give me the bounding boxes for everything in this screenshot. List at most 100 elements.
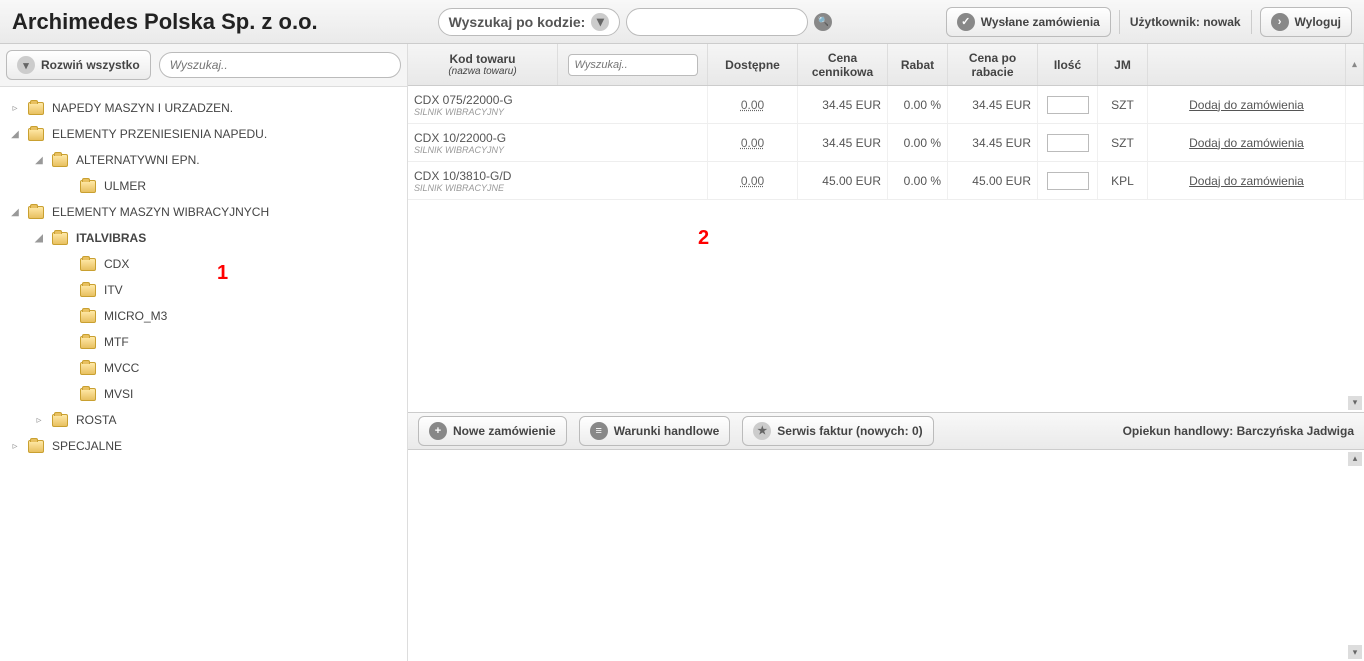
tree-node-label: ELEMENTY PRZENIESIENIA NAPEDU. [52,127,267,141]
product-code: CDX 10/3810-G/D [414,169,511,183]
tree-node-label: NAPEDY MASZYN I URZADZEN. [52,101,233,115]
opiekun-label: Opiekun handlowy: Barczyńska Jadwiga [1123,424,1354,438]
tree-node-label: SPECJALNE [52,439,122,453]
cell-qty [1038,124,1098,161]
tree-node-label: MICRO_M3 [104,309,167,323]
product-desc: SILNIK WIBRACYJNY [414,107,504,117]
tree-toggle-icon[interactable]: ▹ [32,415,46,426]
cell-price: 45.00 EUR [798,162,888,199]
col-header-kod-sub: (nazwa towaru) [448,66,516,77]
cell-available[interactable]: 0.00 [708,162,798,199]
tree-node[interactable]: MTF [4,329,403,355]
folder-icon [80,362,96,375]
folder-icon [28,206,44,219]
scroll-up[interactable]: ▴ [1346,44,1364,85]
tree-node[interactable]: ULMER [4,173,403,199]
tree-toggle-icon[interactable]: ▹ [8,103,22,114]
tree-node[interactable]: ◢ ELEMENTY PRZENIESIENIA NAPEDU. [4,121,403,147]
search-icon[interactable] [814,13,832,31]
folder-icon [80,284,96,297]
tree-node[interactable]: ▹ NAPEDY MASZYN I URZADZEN. [4,95,403,121]
sidebar-search [159,52,401,78]
folder-icon [80,310,96,323]
chevron-down-icon[interactable] [591,13,609,31]
scroll-down-bottom[interactable]: ▾ [1348,645,1362,659]
tree-node-label: CDX [104,257,129,271]
cell-price-after: 34.45 EUR [948,124,1038,161]
logout-label: Wyloguj [1295,15,1341,29]
scroll-down[interactable]: ▾ [1348,396,1362,410]
product-code: CDX 10/22000-G [414,131,506,145]
cell-available[interactable]: 0.00 [708,86,798,123]
cell-price-after: 45.00 EUR [948,162,1038,199]
col-header-rabat[interactable]: Rabat [888,44,948,85]
tree-toggle-icon[interactable]: ◢ [32,233,46,244]
tree-node[interactable]: MVSI [4,381,403,407]
tree-node[interactable]: ◢ALTERNATYWNI EPN. [4,147,403,173]
tree: ▹ NAPEDY MASZYN I URZADZEN. ◢ ELEMENTY PRZE… [0,87,407,661]
main: Rozwiń wszystko ▹ NAPEDY MASZYN I URZADZE… [0,44,1364,661]
logout-button[interactable]: Wyloguj [1260,7,1352,37]
col-header-available[interactable]: Dostępne [708,44,798,85]
bottom-panel: ▴ ▾ [408,450,1364,661]
tree-node[interactable]: ITV [4,277,403,303]
col-header-price[interactable]: Cena cennikowa [798,44,888,85]
tree-node[interactable]: MVCC [4,355,403,381]
qty-input[interactable] [1047,172,1089,190]
tree-node[interactable]: ▹ SPECJALNE [4,433,403,459]
company-name: Archimedes Polska Sp. z o.o. [12,9,318,35]
search-code-label: Wyszukaj po kodzie: [449,14,586,30]
add-to-order-link[interactable]: Dodaj do zamówienia [1189,136,1304,150]
tree-node[interactable]: ▹ROSTA [4,407,403,433]
tree-node[interactable]: ◢ELEMENTY MASZYN WIBRACYJNYCH [4,199,403,225]
new-order-button[interactable]: Nowe zamówienie [418,416,567,446]
cell-action: Dodaj do zamówienia [1148,124,1346,161]
cell-scroll [1346,124,1364,161]
folder-icon [52,232,68,245]
tree-node-label: ITV [104,283,123,297]
sent-orders-button[interactable]: Wysłane zamówienia [946,7,1111,37]
plus-icon [429,422,447,440]
tree-node-label: ITALVIBRAS [76,231,146,245]
grid-spacer: ▾ [408,200,1364,412]
arrow-icon [1271,13,1289,31]
cell-qty [1038,86,1098,123]
sidebar: Rozwiń wszystko ▹ NAPEDY MASZYN I URZADZE… [0,44,408,661]
grid-search-input[interactable] [568,54,698,76]
folder-icon [28,128,44,141]
expand-all-label: Rozwiń wszystko [41,58,140,72]
tree-toggle-icon[interactable]: ◢ [32,155,46,166]
terms-label: Warunki handlowe [614,424,720,438]
user-label: Użytkownik: nowak [1119,10,1252,34]
terms-button[interactable]: Warunki handlowe [579,416,731,446]
tree-node[interactable]: ◢ ITALVIBRAS [4,225,403,251]
tree-node[interactable]: MICRO_M3 [4,303,403,329]
col-header-kod[interactable]: Kod towaru (nazwa towaru) [408,44,558,85]
cell-scroll [1346,86,1364,123]
add-to-order-link[interactable]: Dodaj do zamówienia [1189,98,1304,112]
tree-toggle-icon[interactable]: ◢ [8,129,22,140]
cell-available[interactable]: 0.00 [708,124,798,161]
cell-jm: KPL [1098,162,1148,199]
expand-all-button[interactable]: Rozwiń wszystko [6,50,151,80]
col-header-jm[interactable]: JM [1098,44,1148,85]
invoices-button[interactable]: Serwis faktur (nowych: 0) [742,416,933,446]
qty-input[interactable] [1047,134,1089,152]
sidebar-search-input[interactable] [159,52,401,78]
check-icon [957,13,975,31]
cell-scroll [1346,162,1364,199]
cell-price-after: 34.45 EUR [948,86,1038,123]
grid-header: Kod towaru (nazwa towaru) Dostępne Cena … [408,44,1364,86]
search-code-input[interactable] [637,15,797,29]
scroll-up-bottom[interactable]: ▴ [1348,452,1362,466]
tree-toggle-icon[interactable]: ▹ [8,441,22,452]
qty-input[interactable] [1047,96,1089,114]
col-header-priceafter[interactable]: Cena po rabacie [948,44,1038,85]
cell-kod: CDX 10/3810-G/DSILNIK WIBRACYJNE [408,162,708,199]
col-header-action [1148,44,1346,85]
tree-node[interactable]: CDX [4,251,403,277]
sent-orders-label: Wysłane zamówienia [981,15,1100,29]
tree-toggle-icon[interactable]: ◢ [8,207,22,218]
add-to-order-link[interactable]: Dodaj do zamówienia [1189,174,1304,188]
col-header-qty[interactable]: Ilość [1038,44,1098,85]
